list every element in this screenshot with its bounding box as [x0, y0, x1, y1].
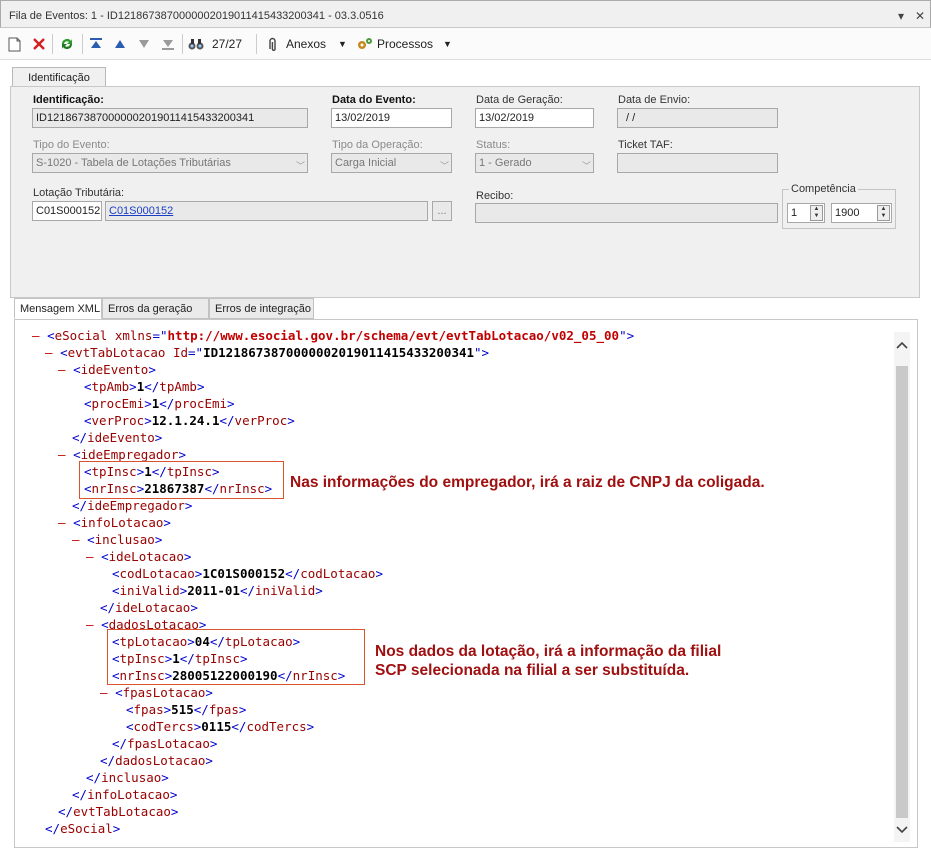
tipo-evento-select[interactable]: S-1020 - Tabela de Lotações Tributárias ﹀: [32, 153, 308, 173]
competencia-ano-field[interactable]: 1900 ▲ ▼: [831, 203, 892, 223]
delete-icon[interactable]: [32, 37, 46, 51]
tipo-evento-value: S-1020 - Tabela de Lotações Tributárias: [36, 157, 231, 169]
status-value: 1 - Gerado: [479, 157, 532, 169]
processos-button[interactable]: Processos: [377, 34, 433, 54]
chevron-down-icon: ﹀: [581, 161, 591, 171]
data-envio-label: Data de Envio:: [618, 94, 691, 106]
window-titlebar: Fila de Eventos: 1 - ID12186738700000020…: [0, 0, 931, 28]
data-geracao-field[interactable]: 13/02/2019: [475, 108, 594, 128]
new-document-icon[interactable]: [8, 37, 21, 52]
tab-identificacao[interactable]: Identificação: [12, 67, 106, 88]
xml-line: – <eSocial xmlns="http://www.esocial.gov…: [32, 328, 635, 343]
data-geracao-label: Data de Geração:: [476, 94, 563, 106]
xml-line: <tpAmb>1</tpAmb>: [84, 379, 205, 394]
xml-line: </dadosLotacao>: [100, 753, 213, 768]
data-envio-field[interactable]: / /: [617, 108, 778, 128]
xml-line: – <infoLotacao>: [58, 515, 171, 530]
identificacao-field[interactable]: ID1218673870000002019011415433200341: [32, 108, 308, 128]
tab-erros-geracao[interactable]: Erros da geração: [102, 298, 209, 319]
tipo-operacao-label: Tipo da Operação:: [332, 139, 423, 151]
xml-line: – <inclusao>: [72, 532, 163, 547]
spin-updown-icon[interactable]: ▲ ▼: [810, 205, 823, 221]
xml-line: <procEmi>1</procEmi>: [84, 396, 235, 411]
anexos-dropdown-icon[interactable]: ▼: [338, 34, 347, 54]
data-evento-label: Data do Evento:: [332, 94, 416, 106]
xml-line: – <fpasLotacao>: [100, 685, 213, 700]
status-select[interactable]: 1 - Gerado ﹀: [475, 153, 594, 173]
lotacao-description-field[interactable]: C01S000152: [105, 201, 428, 221]
annotation-lotacao-line2: SCP selecionada na filial a ser substitu…: [375, 662, 690, 679]
competencia-mes-field[interactable]: 1 ▲ ▼: [787, 203, 825, 223]
xml-line: </evtTabLotacao>: [58, 804, 179, 819]
lotacao-link[interactable]: C01S000152: [109, 205, 173, 217]
tipo-evento-label: Tipo do Evento:: [33, 139, 110, 151]
toolbar-separator: [52, 34, 53, 54]
gears-icon: [358, 38, 372, 49]
annotation-empregador: Nas informações do empregador, irá a rai…: [290, 474, 765, 491]
refresh-icon[interactable]: [59, 36, 75, 52]
xml-line: – <ideEvento>: [58, 362, 156, 377]
xml-line: </eSocial>: [45, 821, 121, 836]
competencia-label: Competência: [789, 183, 858, 195]
recibo-field[interactable]: [475, 203, 778, 223]
binoculars-icon[interactable]: [188, 37, 204, 51]
xml-line: <codTercs>0115</codTercs>: [126, 719, 315, 734]
record-counter: 27/27: [212, 37, 243, 51]
xml-line: – <evtTabLotacao Id="ID12186738700000020…: [45, 345, 490, 360]
recibo-label: Recibo:: [476, 190, 514, 202]
competencia-mes-value: 1: [791, 207, 798, 219]
spin-updown-icon[interactable]: ▲ ▼: [877, 205, 890, 221]
xml-line: </infoLotacao>: [72, 787, 178, 802]
identificacao-label: Identificação:: [33, 94, 104, 106]
next-record-icon[interactable]: [137, 38, 151, 50]
toolbar: 27/27 Anexos ▼ Processos ▼: [0, 28, 931, 60]
first-record-icon[interactable]: [89, 37, 103, 51]
annotation-lotacao-line1: Nos dados da lotação, irá a informação d…: [375, 643, 722, 660]
xml-line: </inclusao>: [86, 770, 169, 785]
competencia-ano-value: 1900: [835, 207, 860, 219]
highlight-lotacao-box: [107, 629, 365, 685]
chevron-up-icon[interactable]: [896, 340, 908, 350]
xml-line: </ideLotacao>: [100, 600, 198, 615]
highlight-empregador-box: [79, 461, 284, 499]
processos-dropdown-icon[interactable]: ▼: [443, 34, 452, 54]
xml-line: – <ideLotacao>: [86, 549, 192, 564]
last-record-icon[interactable]: [161, 37, 175, 51]
chevron-down-icon: ﹀: [295, 161, 305, 171]
xml-line: </ideEvento>: [72, 430, 163, 445]
ticket-taf-label: Ticket TAF:: [618, 139, 673, 151]
chevron-down-icon[interactable]: [896, 825, 908, 835]
anexos-button[interactable]: Anexos: [286, 34, 326, 54]
window-title: Fila de Eventos: 1 - ID12186738700000020…: [9, 10, 384, 22]
toolbar-separator: [182, 34, 183, 54]
xml-line: <fpas>515</fpas>: [126, 702, 247, 717]
chevron-down-icon: ﹀: [439, 161, 449, 171]
data-evento-field[interactable]: 13/02/2019: [331, 108, 452, 128]
toolbar-separator: [256, 34, 257, 54]
paperclip-icon: [269, 37, 276, 51]
xml-line: <iniValid>2011-01</iniValid>: [112, 583, 323, 598]
previous-record-icon[interactable]: [113, 38, 127, 50]
xml-line: </ideEmpregador>: [72, 498, 193, 513]
tipo-operacao-value: Carga Inicial: [335, 157, 397, 169]
xml-line: <verProc>12.1.24.1</verProc>: [84, 413, 295, 428]
xml-scrollbar-thumb[interactable]: [896, 366, 908, 818]
status-label: Status:: [476, 139, 511, 151]
lotacao-code-field[interactable]: C01S000152: [32, 201, 102, 221]
tab-mensagem-xml[interactable]: Mensagem XML: [14, 298, 102, 319]
pin-icon[interactable]: ▾: [894, 9, 908, 23]
tab-erros-integracao[interactable]: Erros de integração: [209, 298, 314, 319]
lotacao-lookup-button[interactable]: ...: [432, 201, 452, 221]
lotacao-label: Lotação Tributária:: [33, 187, 125, 199]
xml-line: </fpasLotacao>: [112, 736, 218, 751]
close-window-icon[interactable]: ✕: [913, 9, 927, 23]
toolbar-separator: [82, 34, 83, 54]
tipo-operacao-select[interactable]: Carga Inicial ﹀: [331, 153, 452, 173]
xml-line: <codLotacao>1C01S000152</codLotacao>: [112, 566, 383, 581]
ticket-taf-field[interactable]: [617, 153, 778, 173]
